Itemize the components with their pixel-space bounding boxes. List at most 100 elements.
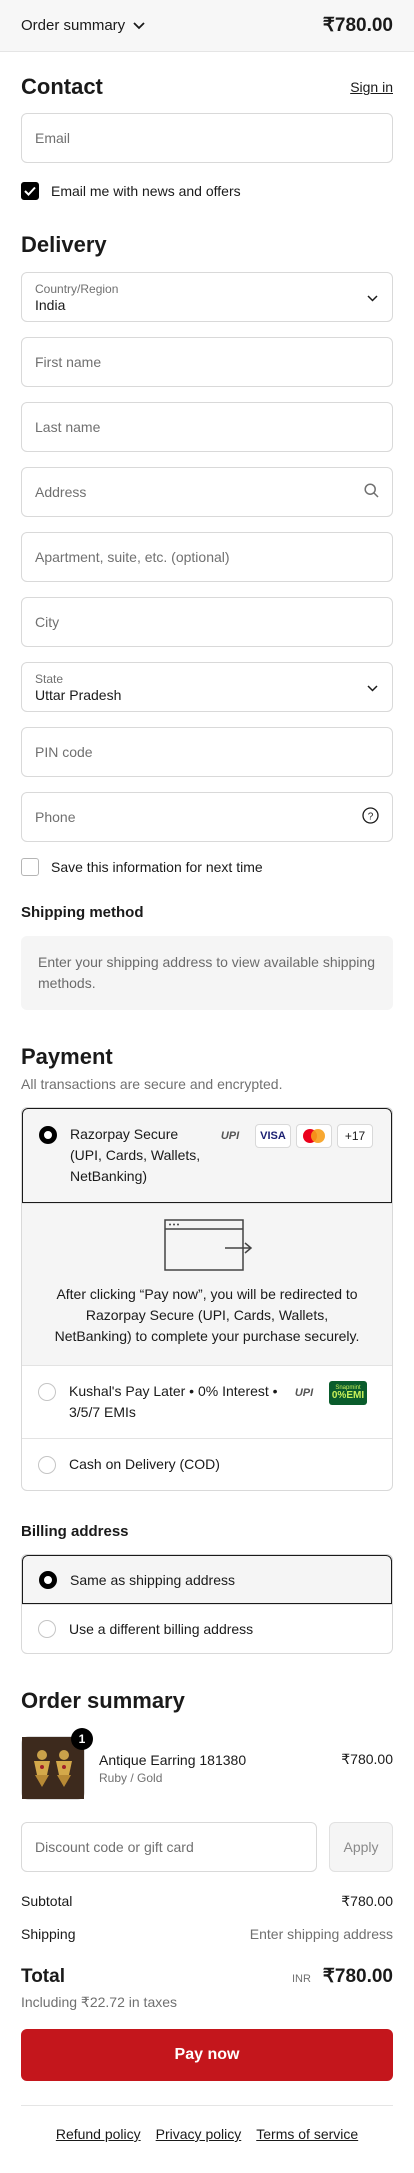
- snapmint-emi: 0%EMI: [331, 1390, 365, 1401]
- payment-option-label: Razorpay Secure (UPI, Cards, Wallets, Ne…: [70, 1126, 201, 1184]
- apartment-field[interactable]: [21, 532, 393, 582]
- mastercard-icon: [296, 1124, 332, 1148]
- apply-button[interactable]: Apply: [329, 1822, 393, 1872]
- upi-icon: UPI: [294, 1387, 314, 1399]
- billing-option-label: Same as shipping address: [70, 1571, 235, 1588]
- radio-selected[interactable]: [39, 1570, 57, 1589]
- quantity-badge: 1: [71, 1728, 93, 1750]
- state-label: State: [35, 671, 64, 686]
- shipping-label: Shipping: [21, 1926, 76, 1942]
- email-input[interactable]: [35, 130, 379, 146]
- subtotal-label: Subtotal: [21, 1893, 73, 1909]
- pin-field[interactable]: [21, 727, 393, 777]
- radio-selected[interactable]: [39, 1126, 57, 1144]
- city-field[interactable]: [21, 597, 393, 647]
- first-name-input[interactable]: [35, 354, 379, 370]
- sign-in-link[interactable]: Sign in: [350, 79, 393, 95]
- billing-title: Billing address: [21, 1523, 129, 1540]
- subtotal-row: Subtotal ₹780.00: [21, 1893, 393, 1910]
- order-summary-title: Order summary: [21, 1688, 185, 1713]
- footer-links: Refund policy Privacy policy Terms of se…: [21, 2105, 393, 2172]
- last-name-input[interactable]: [35, 419, 379, 435]
- payment-option-label: Kushal's Pay Later • 0% Interest • 3/5/7…: [69, 1383, 278, 1420]
- tax-note: Including ₹22.72 in taxes: [21, 1994, 178, 2010]
- help-icon[interactable]: ?: [362, 807, 379, 827]
- shipping-row: Shipping Enter shipping address: [21, 1926, 393, 1942]
- shipping-method-empty: Enter your shipping address to view avai…: [21, 936, 393, 1010]
- delivery-title: Delivery: [21, 232, 107, 257]
- product-image: 1: [21, 1728, 93, 1800]
- shipping-value: Enter shipping address: [249, 1926, 393, 1942]
- payment-option-razorpay[interactable]: Razorpay Secure (UPI, Cards, Wallets, Ne…: [22, 1108, 392, 1203]
- pin-input[interactable]: [35, 744, 379, 760]
- svg-text:?: ?: [368, 811, 374, 822]
- contact-title: Contact: [21, 74, 103, 99]
- paylater-badges: UPI Snapmint 0%EMI: [284, 1381, 367, 1405]
- news-checkbox-row[interactable]: Email me with news and offers: [21, 182, 393, 200]
- address-input[interactable]: [35, 484, 364, 500]
- total-label: Total: [21, 1966, 65, 1987]
- save-info-checkbox[interactable]: [21, 858, 39, 876]
- last-name-field[interactable]: [21, 402, 393, 452]
- state-select[interactable]: State Uttar Pradesh: [21, 662, 393, 712]
- shipping-method-title: Shipping method: [21, 904, 144, 921]
- discount-input[interactable]: [35, 1839, 303, 1855]
- billing-option-different[interactable]: Use a different billing address: [22, 1604, 392, 1653]
- news-label: Email me with news and offers: [51, 183, 241, 199]
- payment-option-paylater[interactable]: Kushal's Pay Later • 0% Interest • 3/5/7…: [22, 1365, 392, 1438]
- billing-option-same[interactable]: Same as shipping address: [22, 1555, 392, 1604]
- terms-of-service-link[interactable]: Terms of service: [256, 2126, 358, 2142]
- first-name-field[interactable]: [21, 337, 393, 387]
- payment-badges: UPI VISA +17: [210, 1124, 373, 1148]
- browser-redirect-icon: [52, 1218, 362, 1274]
- news-checkbox[interactable]: [21, 182, 39, 200]
- total-row: Total INR ₹780.00: [21, 1965, 393, 1988]
- apartment-input[interactable]: [35, 549, 379, 565]
- order-summary-label: Order summary: [21, 17, 126, 34]
- city-input[interactable]: [35, 614, 379, 630]
- country-label: Country/Region: [35, 281, 119, 296]
- currency-code: INR: [291, 1973, 311, 1985]
- billing-option-label: Use a different billing address: [69, 1621, 254, 1637]
- razorpay-detail: After clicking “Pay now”, you will be re…: [22, 1203, 392, 1365]
- payment-subtitle: All transactions are secure and encrypte…: [21, 1076, 283, 1092]
- radio-unselected[interactable]: [38, 1620, 56, 1638]
- search-icon: [364, 483, 379, 501]
- refund-policy-link[interactable]: Refund policy: [56, 2126, 141, 2142]
- payment-title: Payment: [21, 1044, 113, 1069]
- product-row: 1 Antique Earring 181380 Ruby / Gold ₹78…: [21, 1728, 393, 1800]
- phone-field[interactable]: ?: [21, 792, 393, 842]
- billing-options: Same as shipping address Use a different…: [21, 1554, 393, 1654]
- chevron-down-icon: [367, 289, 378, 305]
- privacy-policy-link[interactable]: Privacy policy: [156, 2126, 242, 2142]
- pay-now-button[interactable]: Pay now: [21, 2029, 393, 2081]
- product-price: ₹780.00: [341, 1750, 393, 1767]
- payment-options: Razorpay Secure (UPI, Cards, Wallets, Ne…: [21, 1107, 393, 1491]
- snapmint-icon: Snapmint 0%EMI: [329, 1381, 367, 1405]
- address-field[interactable]: [21, 467, 393, 517]
- country-select[interactable]: Country/Region India: [21, 272, 393, 322]
- header-total: ₹780.00: [322, 15, 393, 36]
- state-value: Uttar Pradesh: [35, 686, 122, 703]
- radio-unselected[interactable]: [38, 1456, 56, 1474]
- order-summary-toggle[interactable]: Order summary: [21, 17, 145, 34]
- checkmark-icon: [24, 186, 36, 196]
- radio-unselected[interactable]: [38, 1383, 56, 1401]
- chevron-down-icon: [367, 679, 378, 695]
- discount-field[interactable]: [21, 1822, 317, 1872]
- save-info-row[interactable]: Save this information for next time: [21, 858, 393, 876]
- upi-icon: UPI: [220, 1130, 240, 1142]
- more-methods-badge: +17: [337, 1124, 373, 1148]
- order-summary-bar[interactable]: Order summary ₹780.00: [0, 0, 414, 52]
- email-field[interactable]: [21, 113, 393, 163]
- payment-option-cod[interactable]: Cash on Delivery (COD): [22, 1438, 392, 1490]
- chevron-down-icon: [133, 17, 145, 34]
- redirect-text: After clicking “Pay now”, you will be re…: [54, 1286, 360, 1344]
- product-variant: Ruby / Gold: [99, 1770, 163, 1785]
- payment-option-label: Cash on Delivery (COD): [69, 1456, 220, 1472]
- save-info-label: Save this information for next time: [51, 859, 263, 875]
- phone-input[interactable]: [35, 809, 362, 825]
- total-value: ₹780.00: [322, 1966, 393, 1987]
- subtotal-value: ₹780.00: [341, 1893, 393, 1909]
- product-name: Antique Earring 181380: [99, 1751, 247, 1768]
